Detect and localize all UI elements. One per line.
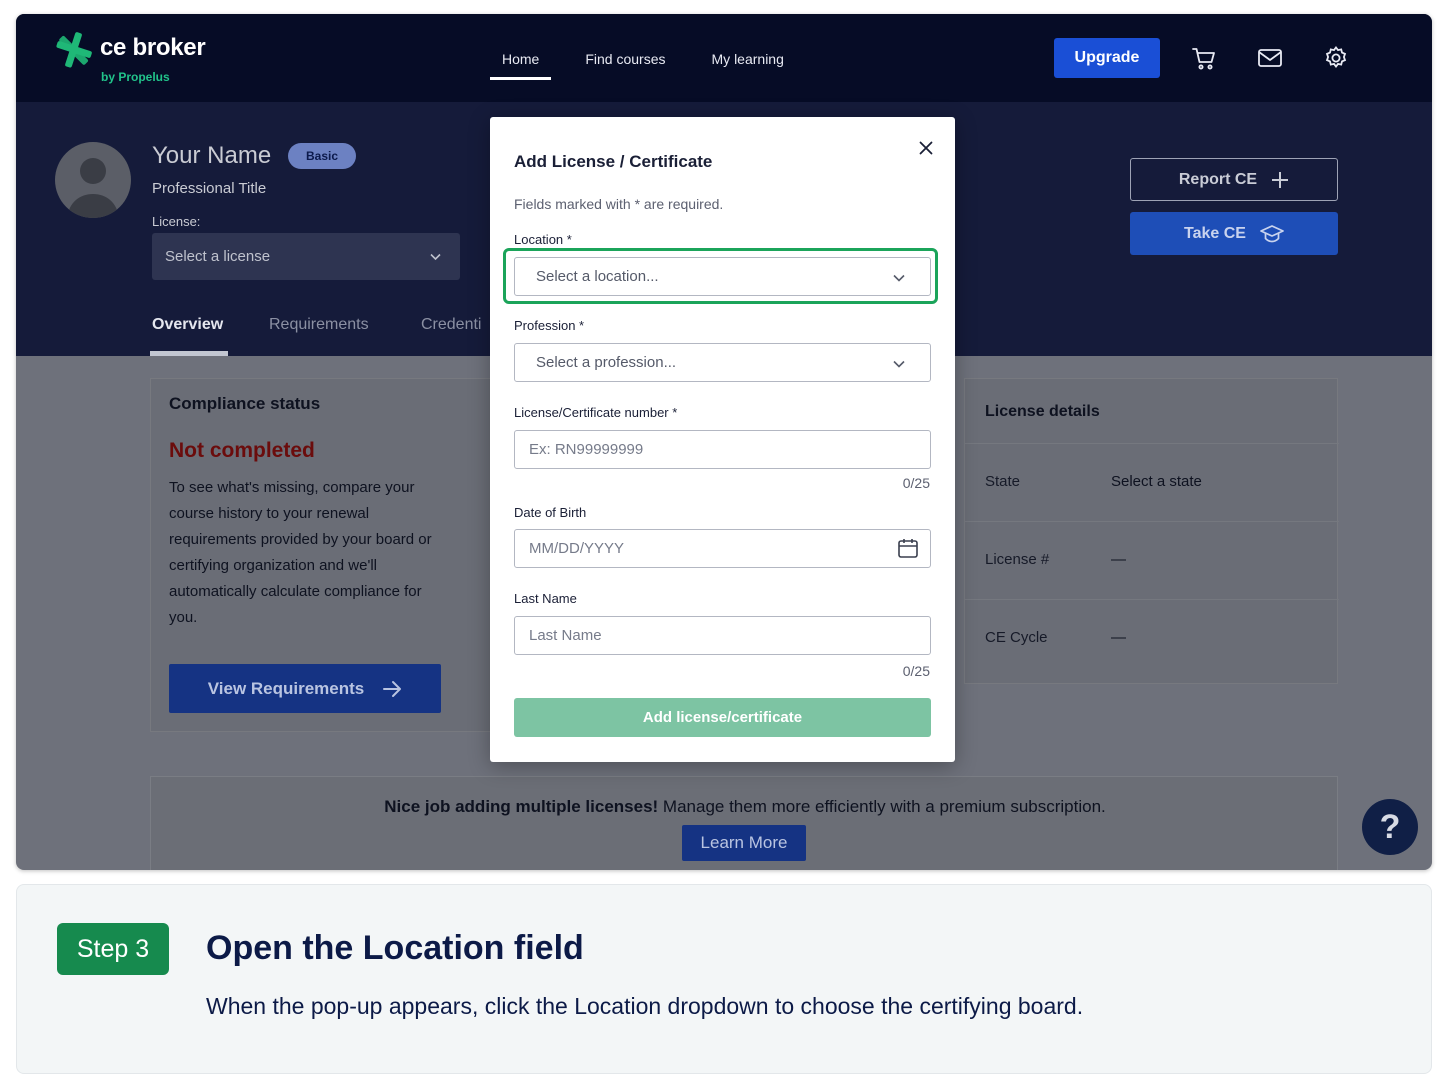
help-button[interactable]: ? <box>1362 799 1418 855</box>
step-title: Open the Location field <box>206 929 584 967</box>
license-details-card: License details State Select a state Lic… <box>964 378 1339 684</box>
avatar <box>55 142 131 218</box>
profession-select-value: Select a profession... <box>536 354 677 371</box>
last-name-input[interactable]: Last Name <box>514 616 931 655</box>
detail-row-ce-cycle: CE Cycle — <box>965 599 1339 677</box>
premium-banner: Nice job adding multiple licenses! Manag… <box>150 776 1338 870</box>
detail-label: State <box>985 473 1021 490</box>
modal-title: Add License / Certificate <box>514 152 713 171</box>
location-select-value: Select a location... <box>536 268 659 285</box>
main-nav: Home Find courses My learning <box>490 14 818 102</box>
view-requirements-label: View Requirements <box>207 678 365 698</box>
take-ce-label: Take CE <box>1184 224 1246 242</box>
report-ce-button[interactable]: Report CE <box>1130 158 1338 201</box>
detail-value: Select a state <box>1111 473 1202 490</box>
brand-name: ce broker <box>100 34 206 61</box>
compliance-status: Not completed <box>169 439 315 462</box>
license-label: License: <box>152 214 201 229</box>
detail-label: CE Cycle <box>985 629 1048 646</box>
profile-title: Professional Title <box>152 180 267 197</box>
dob-input[interactable]: MM/DD/YYYY <box>514 529 931 568</box>
chevron-down-icon <box>893 360 905 368</box>
profile-name: Your Name <box>152 142 272 169</box>
logo-mark-icon <box>56 32 92 68</box>
add-license-button[interactable]: Add license/certificate <box>514 698 931 737</box>
nav-my-learning[interactable]: My learning <box>700 14 796 102</box>
nav-home[interactable]: Home <box>490 14 552 102</box>
tab-requirements[interactable]: Requirements <box>269 316 369 334</box>
take-ce-button[interactable]: Take CE <box>1130 212 1338 255</box>
tab-overview[interactable]: Overview <box>152 316 223 334</box>
last-name-counter: 0/25 <box>902 663 930 679</box>
brand-sub: by Propelus <box>101 70 170 84</box>
plus-icon <box>1272 171 1289 188</box>
add-license-modal: Add License / Certificate Fields marked … <box>490 117 955 762</box>
chevron-down-icon <box>430 253 441 261</box>
license-number-label: License/Certificate number * <box>514 405 678 420</box>
avatar-person-icon <box>67 158 119 218</box>
last-name-placeholder: Last Name <box>529 627 602 644</box>
location-label: Location * <box>514 232 572 247</box>
step-badge: Step 3 <box>57 923 169 975</box>
profession-label: Profession * <box>514 318 585 333</box>
detail-value: — <box>1111 629 1126 646</box>
nav-find-courses[interactable]: Find courses <box>573 14 677 102</box>
banner-bold-text: Nice job adding multiple licenses! <box>384 797 659 816</box>
report-ce-label: Report CE <box>1178 170 1258 188</box>
banner-text: Nice job adding multiple licenses! Manag… <box>151 797 1339 817</box>
graduation-cap-icon <box>1260 224 1284 242</box>
detail-label: License # <box>985 551 1050 568</box>
mail-icon[interactable] <box>1256 44 1284 72</box>
chevron-down-icon <box>893 274 905 282</box>
license-select[interactable]: Select a license <box>152 233 460 280</box>
detail-row-state: State Select a state <box>965 443 1339 521</box>
required-note: Fields marked with * are required. <box>514 196 724 212</box>
upgrade-button[interactable]: Upgrade <box>1054 38 1160 78</box>
close-icon[interactable] <box>914 136 938 160</box>
profession-select[interactable]: Select a profession... <box>514 343 931 382</box>
step-description: When the pop-up appears, click the Locat… <box>206 993 1084 1019</box>
license-number-input[interactable]: Ex: RN99999999 <box>514 430 931 469</box>
license-number-counter: 0/25 <box>902 475 930 491</box>
compliance-description: To see what's missing, compare your cour… <box>169 479 432 626</box>
view-requirements-button[interactable]: View Requirements <box>169 664 441 713</box>
arrow-right-icon <box>383 680 402 697</box>
cart-icon[interactable] <box>1190 44 1218 72</box>
compliance-card: Compliance status Not completed To see w… <box>150 378 496 732</box>
dob-placeholder: MM/DD/YYYY <box>529 540 625 557</box>
gear-icon[interactable] <box>1322 44 1350 72</box>
license-details-title: License details <box>985 403 1100 420</box>
calendar-icon[interactable] <box>897 537 919 559</box>
step-callout: Step 3 Open the Location field When the … <box>16 884 1432 1074</box>
license-select-value: Select a license <box>165 248 271 265</box>
banner-body-text: Manage them more efficiently with a prem… <box>658 797 1106 816</box>
last-name-label: Last Name <box>514 591 577 606</box>
location-select[interactable]: Select a location... <box>514 257 931 296</box>
active-tab-indicator <box>150 351 228 356</box>
app-window: ce broker by Propelus Home Find courses … <box>16 14 1432 870</box>
dob-label: Date of Birth <box>514 505 587 520</box>
detail-row-license-number: License # — <box>965 521 1339 599</box>
plan-badge: Basic <box>288 143 356 169</box>
top-navbar: ce broker by Propelus Home Find courses … <box>16 14 1432 102</box>
compliance-title: Compliance status <box>169 394 321 413</box>
detail-value: — <box>1111 551 1126 568</box>
license-number-placeholder: Ex: RN99999999 <box>529 441 644 458</box>
tab-credentials[interactable]: Credenti <box>421 316 481 334</box>
learn-more-button[interactable]: Learn More <box>682 825 806 861</box>
